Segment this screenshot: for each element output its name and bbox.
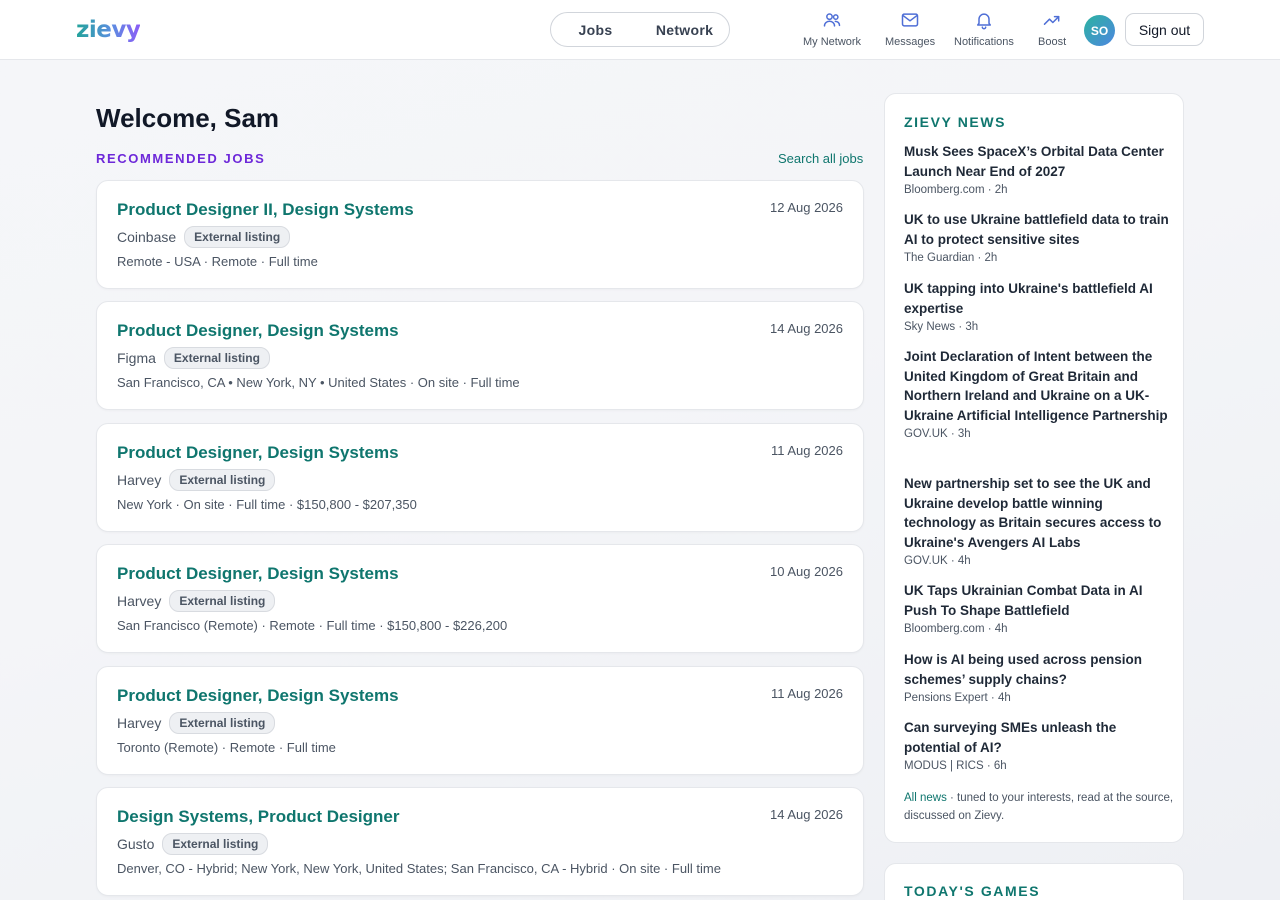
news-source: GOV.UK · 4h bbox=[904, 555, 971, 567]
job-date: 14 Aug 2026 bbox=[769, 807, 843, 822]
external-listing-badge: External listing bbox=[169, 712, 276, 734]
news-title[interactable]: Joint Declaration of Intent between the … bbox=[904, 347, 1170, 425]
toggle-network[interactable]: Network bbox=[640, 22, 729, 38]
games-heading: TODAY'S GAMES bbox=[904, 883, 1041, 899]
news-title[interactable]: UK tapping into Ukraine's battlefield AI… bbox=[904, 279, 1170, 318]
news-item[interactable]: Joint Declaration of Intent between the … bbox=[904, 347, 1170, 442]
todays-games-panel: TODAY'S GAMES bbox=[884, 863, 1184, 900]
external-listing-badge: External listing bbox=[163, 347, 270, 369]
job-title[interactable]: Product Designer, Design Systems bbox=[117, 686, 399, 706]
avatar[interactable]: SO bbox=[1084, 15, 1115, 46]
job-title[interactable]: Product Designer, Design Systems bbox=[117, 443, 399, 463]
people-icon bbox=[823, 13, 841, 27]
job-date: 10 Aug 2026 bbox=[769, 564, 843, 579]
job-company-row: Coinbase External listing bbox=[117, 226, 291, 248]
news-item[interactable]: New partnership set to see the UK and Uk… bbox=[904, 474, 1170, 569]
job-meta: Denver, CO - Hybrid; New York, New York,… bbox=[117, 861, 721, 876]
job-title[interactable]: Design Systems, Product Designer bbox=[117, 807, 399, 827]
news-heading: ZIEVY NEWS bbox=[904, 114, 1007, 130]
job-company: Harvey bbox=[117, 715, 162, 731]
job-card[interactable]: Product Designer, Design Systems 11 Aug … bbox=[96, 423, 864, 532]
news-title[interactable]: UK to use Ukraine battlefield data to tr… bbox=[904, 210, 1170, 249]
job-title[interactable]: Product Designer II, Design Systems bbox=[117, 200, 414, 220]
news-item[interactable]: Musk Sees SpaceX’s Orbital Data Center L… bbox=[904, 142, 1170, 198]
job-date: 14 Aug 2026 bbox=[769, 321, 843, 336]
news-source: MODUS | RICS · 6h bbox=[904, 760, 1007, 772]
news-item[interactable]: Can surveying SMEs unleash the potential… bbox=[904, 718, 1170, 774]
mail-icon bbox=[901, 13, 919, 27]
job-company-row: Figma External listing bbox=[117, 347, 270, 369]
job-card[interactable]: Design Systems, Product Designer 14 Aug … bbox=[96, 787, 864, 896]
job-company-row: Harvey External listing bbox=[117, 712, 276, 734]
job-company: Figma bbox=[117, 350, 156, 366]
external-listing-badge: External listing bbox=[162, 833, 269, 855]
sign-out-button[interactable]: Sign out bbox=[1125, 13, 1204, 46]
job-company-row: Harvey External listing bbox=[117, 469, 276, 491]
zievy-news-panel: ZIEVY NEWS Musk Sees SpaceX’s Orbital Da… bbox=[884, 93, 1184, 843]
bell-icon bbox=[976, 13, 991, 30]
job-date: 12 Aug 2026 bbox=[769, 200, 843, 215]
job-meta: San Francisco (Remote) · Remote · Full t… bbox=[117, 618, 508, 633]
page-title: Welcome, Sam bbox=[96, 103, 280, 133]
job-company: Harvey bbox=[117, 472, 162, 488]
nav-messages[interactable]: Messages bbox=[885, 10, 935, 48]
job-company-row: Gusto External listing bbox=[117, 833, 269, 855]
job-date: 11 Aug 2026 bbox=[770, 686, 843, 701]
nav-messages-label: Messages bbox=[885, 36, 936, 48]
job-meta: San Francisco, CA • New York, NY • Unite… bbox=[117, 375, 520, 390]
news-title[interactable]: How is AI being used across pension sche… bbox=[904, 650, 1170, 689]
job-company-row: Harvey External listing bbox=[117, 590, 276, 612]
news-source: Bloomberg.com · 2h bbox=[904, 184, 1008, 196]
top-header: zievy Jobs Network My Network Messages N… bbox=[0, 0, 1280, 60]
news-source: The Guardian · 2h bbox=[904, 252, 998, 264]
news-item[interactable]: UK Taps Ukrainian Combat Data in AI Push… bbox=[904, 581, 1170, 637]
external-listing-badge: External listing bbox=[169, 469, 276, 491]
news-item[interactable]: UK to use Ukraine battlefield data to tr… bbox=[904, 210, 1170, 266]
job-card[interactable]: Product Designer, Design Systems 14 Aug … bbox=[96, 301, 864, 410]
job-title[interactable]: Product Designer, Design Systems bbox=[117, 321, 399, 341]
recommended-jobs-heading: RECOMMENDED JOBS bbox=[96, 151, 266, 166]
job-meta: New York · On site · Full time · $150,80… bbox=[117, 497, 417, 512]
jobs-network-toggle: Jobs Network bbox=[550, 12, 730, 47]
job-card[interactable]: Product Designer II, Design Systems 12 A… bbox=[96, 180, 864, 289]
toggle-jobs[interactable]: Jobs bbox=[551, 22, 640, 38]
external-listing-badge: External listing bbox=[169, 590, 276, 612]
search-all-jobs-link[interactable]: Search all jobs bbox=[778, 151, 863, 166]
news-source: Sky News · 3h bbox=[904, 321, 979, 333]
job-meta: Toronto (Remote) · Remote · Full time bbox=[117, 740, 336, 755]
news-title[interactable]: Musk Sees SpaceX’s Orbital Data Center L… bbox=[904, 142, 1170, 181]
news-item[interactable]: UK tapping into Ukraine's battlefield AI… bbox=[904, 279, 1170, 335]
job-card[interactable]: Product Designer, Design Systems 10 Aug … bbox=[96, 544, 864, 653]
news-title[interactable]: Can surveying SMEs unleash the potential… bbox=[904, 718, 1170, 757]
job-date: 11 Aug 2026 bbox=[770, 443, 843, 458]
news-title[interactable]: New partnership set to see the UK and Uk… bbox=[904, 474, 1170, 552]
zievy-logo[interactable]: zievy bbox=[76, 17, 141, 43]
all-news-link[interactable]: All news bbox=[904, 792, 947, 804]
news-title[interactable]: UK Taps Ukrainian Combat Data in AI Push… bbox=[904, 581, 1170, 620]
news-footer: All news · tuned to your interests, read… bbox=[904, 789, 1174, 825]
nav-my-network-label: My Network bbox=[803, 36, 862, 48]
job-meta: Remote - USA · Remote · Full time bbox=[117, 254, 318, 269]
job-card[interactable]: Product Designer, Design Systems 11 Aug … bbox=[96, 666, 864, 775]
nav-boost-label: Boost bbox=[1038, 36, 1067, 48]
nav-boost[interactable]: Boost bbox=[1038, 10, 1066, 48]
job-company: Harvey bbox=[117, 593, 162, 609]
news-item[interactable]: How is AI being used across pension sche… bbox=[904, 650, 1170, 706]
nav-notifications-label: Notifications bbox=[954, 36, 1014, 48]
news-source: Pensions Expert · 4h bbox=[904, 692, 1011, 704]
job-title[interactable]: Product Designer, Design Systems bbox=[117, 564, 399, 584]
news-source: GOV.UK · 3h bbox=[904, 428, 971, 440]
news-source: Bloomberg.com · 4h bbox=[904, 623, 1008, 635]
job-company: Coinbase bbox=[117, 229, 177, 245]
external-listing-badge: External listing bbox=[184, 226, 291, 248]
job-company: Gusto bbox=[117, 836, 155, 852]
nav-my-network[interactable]: My Network bbox=[803, 10, 861, 48]
nav-notifications[interactable]: Notifications bbox=[954, 10, 1014, 48]
trending-up-icon bbox=[1043, 15, 1060, 25]
